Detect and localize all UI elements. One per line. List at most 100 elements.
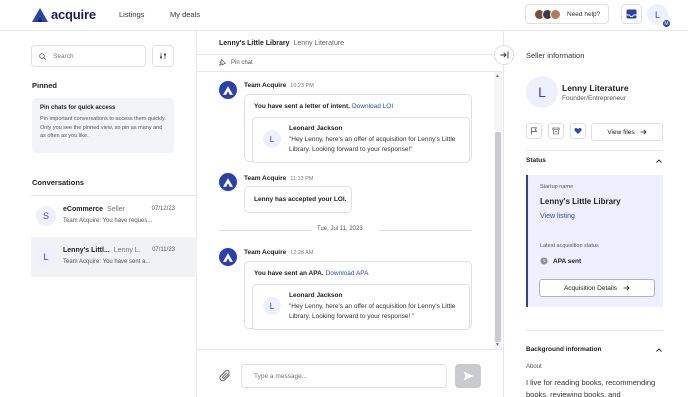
- user-badge: M: [662, 19, 671, 28]
- flag-icon: [531, 127, 538, 135]
- quote-avatar: L: [263, 130, 281, 148]
- search-icon: [39, 52, 46, 60]
- divider: [379, 230, 471, 231]
- quote-avatar: L: [263, 297, 281, 315]
- collapse-panel-icon: [500, 51, 508, 59]
- conversation-avatar: S: [36, 206, 56, 226]
- chat-title: Lenny's Little Library Lenny Literature: [219, 40, 345, 47]
- pin-tip-card: Pin chats for quick access Pin important…: [32, 98, 174, 153]
- message-bubble: You have sent a letter of intent. Downloa…: [244, 94, 472, 163]
- quote-body: "Hey Lenny, here's an offer of acquisiti…: [289, 136, 456, 153]
- conversation-role: Lenny L.: [113, 247, 141, 254]
- team-acquire-avatar: [219, 248, 237, 266]
- seller-info-title: Seller information: [526, 51, 585, 60]
- chat-subtitle: Lenny Literature: [293, 40, 345, 47]
- background-section-header[interactable]: Background information: [526, 346, 663, 353]
- inbox-button[interactable]: [621, 4, 642, 24]
- compose-bar: [197, 349, 502, 397]
- quote-body: "Hey Lenny, here's an offer of acquisiti…: [289, 303, 456, 320]
- status-dot-icon: [540, 257, 548, 265]
- divider: [526, 150, 663, 151]
- scroll-down-icon[interactable]: ▼: [495, 342, 500, 348]
- view-files-button[interactable]: View files: [591, 123, 663, 141]
- download-apa-link[interactable]: Download APA: [326, 270, 369, 277]
- date-separator: Tue, Jul 11, 2023: [219, 225, 471, 235]
- message-sender: Team Acquire 10:23 PM: [244, 82, 314, 89]
- conversation-date: 07/12/23: [151, 206, 175, 212]
- team-acquire-icon: [223, 177, 233, 187]
- message-input[interactable]: [241, 364, 447, 388]
- conversation-item-active[interactable]: L Lenny's Littl... Lenny L. 07/11/23 Team…: [31, 237, 197, 277]
- acquisition-details-button[interactable]: Acquisition Details: [539, 279, 655, 297]
- about-text: I live for reading books, recommending b…: [526, 378, 656, 397]
- message-time: 12:28 AM: [290, 250, 314, 256]
- view-files-label: View files: [607, 128, 635, 136]
- need-help-button[interactable]: Need help?: [525, 4, 609, 24]
- pin-tip-body: Pin important conversations to access th…: [40, 116, 166, 139]
- quote-name: Leonard Jackson: [289, 292, 343, 299]
- chat-scrollbar[interactable]: ▲ ▼: [494, 72, 502, 349]
- user-avatar[interactable]: L M: [647, 4, 671, 28]
- message-text: You have sent a letter of intent. Downloa…: [254, 103, 394, 110]
- logo-text: acquire: [51, 7, 96, 22]
- scrollbar-thumb[interactable]: [495, 132, 501, 342]
- pin-tip-title: Pin chats for quick access: [40, 105, 116, 111]
- offer-quote: L Leonard Jackson "Hey Lenny, here's an …: [252, 284, 470, 330]
- need-help-label: Need help?: [567, 10, 601, 18]
- archive-icon: [552, 127, 560, 135]
- message-bubble: You have sent an APA. Download APA L Leon…: [244, 261, 472, 330]
- conversation-item[interactable]: S eCommerce Seller 07/12/23 Team Acquire:…: [31, 196, 197, 236]
- divider: [197, 71, 502, 72]
- download-loi-link[interactable]: Download LOI: [352, 103, 393, 110]
- offer-quote: L Leonard Jackson "Hey Lenny, here's an …: [252, 117, 470, 163]
- attach-button[interactable]: [219, 369, 233, 383]
- conversation-name: Lenny's Littl... Lenny L.: [63, 247, 141, 254]
- logo[interactable]: acquire: [32, 7, 96, 22]
- message-sender: Team Acquire 11:13 PM: [244, 175, 314, 182]
- attach-icon: [219, 369, 230, 382]
- message-sender: Team Acquire 12:28 AM: [244, 249, 314, 256]
- about-label: About: [526, 364, 542, 370]
- divider: [526, 330, 663, 331]
- team-acquire-icon: [223, 85, 233, 95]
- flag-button[interactable]: [526, 123, 542, 139]
- message-time: 10:23 PM: [290, 83, 314, 89]
- message-bubble: Lenny has accepted your LOI.: [244, 186, 352, 213]
- arrow-right-icon: [623, 285, 630, 291]
- chevron-up-icon[interactable]: [655, 157, 663, 165]
- pin-chat-button[interactable]: Pin chat: [219, 59, 253, 66]
- chevron-up-icon[interactable]: [655, 346, 663, 354]
- search-input[interactable]: Search: [53, 53, 74, 60]
- acquisition-status: APA sent: [540, 257, 581, 265]
- conversation-name: eCommerce Seller: [63, 206, 125, 213]
- scroll-up-icon[interactable]: ▲: [495, 73, 500, 79]
- date-separator-label: Tue, Jul 11, 2023: [317, 226, 363, 232]
- support-avatar: [550, 8, 561, 20]
- heart-icon: [574, 128, 582, 134]
- nav-my-deals-link[interactable]: My deals: [170, 10, 200, 19]
- status-section-header[interactable]: Status: [526, 157, 663, 164]
- view-listing-link[interactable]: View listing: [540, 213, 575, 220]
- collapse-panel-button[interactable]: [494, 45, 514, 65]
- archive-button[interactable]: [548, 123, 564, 139]
- nav-listings-link[interactable]: Listings: [119, 10, 144, 19]
- top-nav: acquire Listings My deals Need help? L M: [0, 0, 688, 31]
- quote-name: Leonard Jackson: [289, 125, 343, 132]
- conversation-avatar: L: [36, 247, 56, 267]
- arrow-right-icon: [640, 129, 647, 135]
- conversation-preview: Team Acquire: You have reques...: [63, 218, 153, 224]
- favorite-button[interactable]: [570, 123, 586, 139]
- conversation-preview: Team Acquire: You have sent a...: [63, 259, 151, 265]
- team-acquire-avatar: [219, 173, 237, 191]
- filter-button[interactable]: [152, 45, 174, 67]
- message-time: 11:13 PM: [290, 176, 314, 182]
- send-button[interactable]: [455, 364, 481, 388]
- support-avatars: [534, 8, 561, 20]
- pin-chat-label: Pin chat: [231, 59, 253, 66]
- search-box[interactable]: Search: [31, 45, 146, 67]
- acquisition-status-label: Latest acquisition status: [540, 243, 599, 249]
- startup-name-label: Startup name: [540, 184, 574, 190]
- user-initial: L: [654, 9, 660, 20]
- seller-info-panel: Seller information L Lenny Literature Fo…: [503, 31, 688, 397]
- message-text: You have sent an APA. Download APA: [254, 270, 369, 277]
